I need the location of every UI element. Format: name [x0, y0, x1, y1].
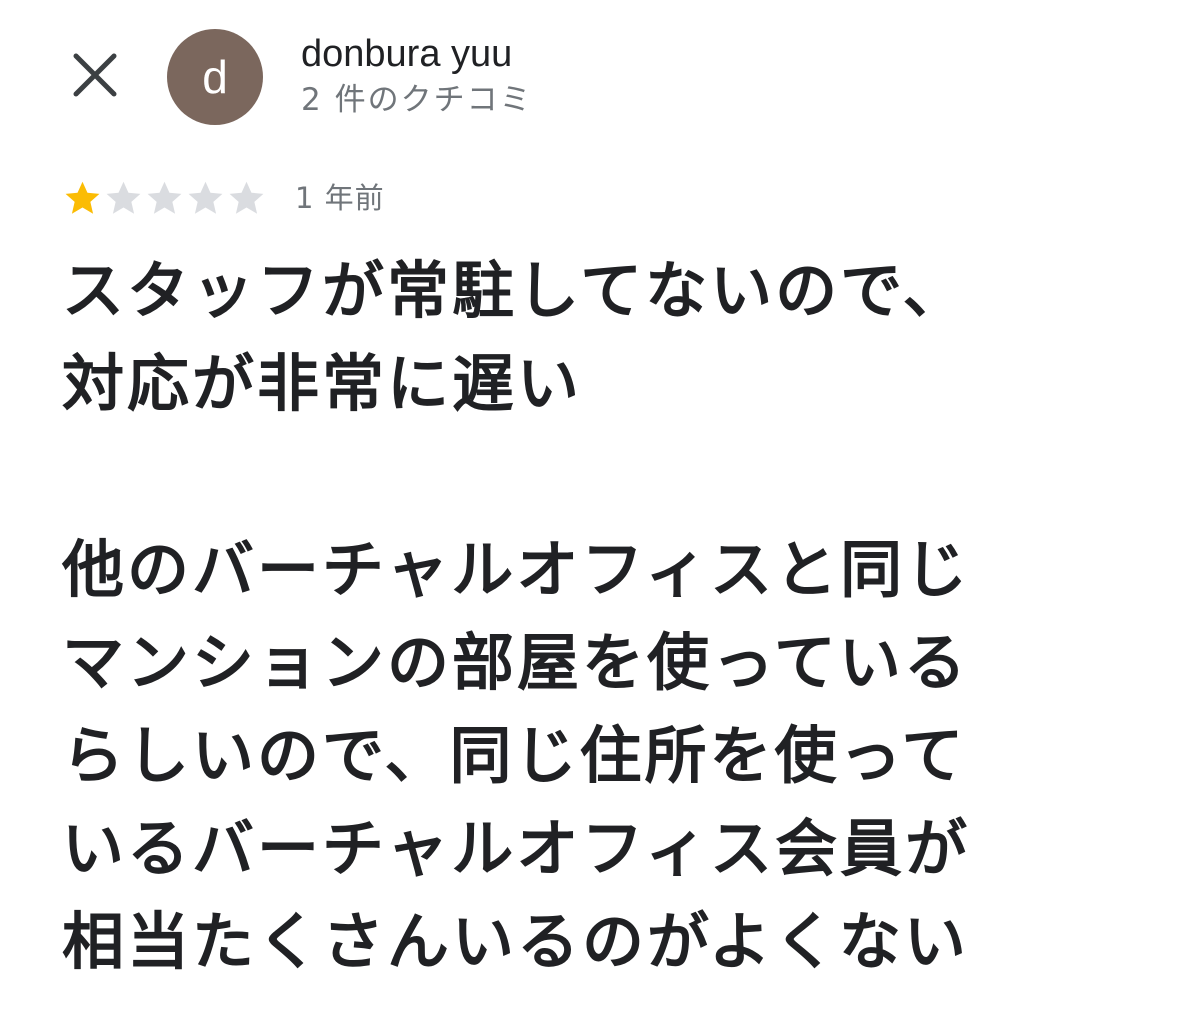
rating-row: 1 年前 — [62, 176, 385, 220]
review-count: 2 件のクチコミ — [301, 82, 533, 118]
star-empty-icon — [188, 181, 223, 214]
avatar[interactable]: d — [167, 29, 263, 125]
star-rating — [62, 178, 267, 219]
close-icon — [73, 53, 117, 97]
star-empty-icon — [229, 181, 264, 214]
close-button[interactable] — [62, 42, 128, 108]
star-filled-icon — [65, 181, 100, 214]
star-empty-icon — [106, 181, 141, 214]
review-date: 1 年前 — [295, 181, 385, 215]
reviewer-name[interactable]: donbura yuu — [301, 32, 512, 76]
star-empty-icon — [147, 181, 182, 214]
review-text: スタッフが常駐してないので、 対応が非常に遅い 他のバーチャルオフィスと同じ マ… — [62, 254, 971, 978]
